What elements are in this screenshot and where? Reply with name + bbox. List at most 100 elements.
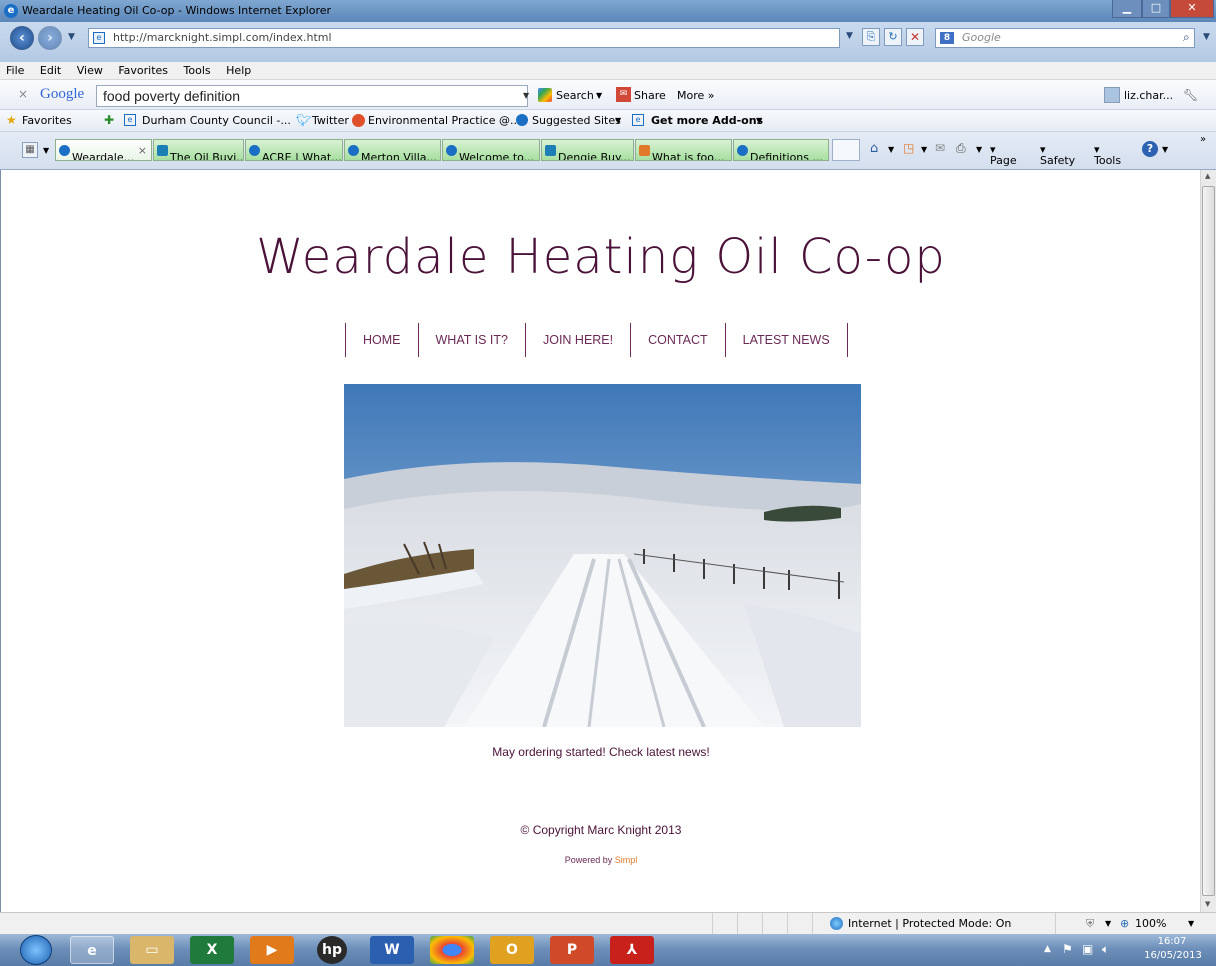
tab-label: What is foo... — [652, 151, 725, 161]
search-magnifier-icon[interactable]: ⌕ — [1183, 30, 1190, 45]
stop-icon[interactable]: ✕ — [906, 28, 924, 46]
add-favorites-icon[interactable]: ✚ — [104, 113, 114, 127]
google-search-button[interactable]: Search — [556, 89, 594, 102]
menu-tools[interactable]: Tools — [184, 64, 211, 77]
refresh-icon[interactable]: ↻ — [884, 28, 902, 46]
chrome-taskbar-icon[interactable] — [430, 936, 474, 964]
zoom-level[interactable]: 100% — [1135, 917, 1166, 930]
zoom-icon[interactable]: ⊕ — [1120, 917, 1129, 930]
fav-twitter[interactable]: Twitter — [312, 114, 349, 127]
user-account-menu[interactable]: liz.char... — [1124, 89, 1173, 102]
menu-help[interactable]: Help — [226, 64, 251, 77]
address-dropdown-icon[interactable]: ▼ — [846, 31, 853, 41]
tab-acre[interactable]: ACRE | What... — [245, 139, 343, 161]
start-button[interactable] — [20, 935, 52, 965]
hp-taskbar-icon[interactable]: hp — [317, 936, 347, 964]
tab-label: ACRE | What... — [262, 151, 342, 161]
nav-what-is-it[interactable]: WHAT IS IT? — [417, 323, 525, 357]
safety-menu[interactable]: Safety ▾ — [1040, 143, 1075, 167]
tab-welcome[interactable]: Welcome to... — [442, 139, 540, 161]
zoom-dropdown-icon[interactable]: ▼ — [1188, 919, 1194, 928]
search-box[interactable]: 8 Google — [935, 28, 1195, 48]
tab-oil-buying[interactable]: The Oil Buyi... — [153, 139, 244, 161]
address-bar[interactable]: e http://marcknight.simpl.com/index.html — [88, 28, 840, 48]
maximize-button[interactable]: □ — [1142, 0, 1170, 18]
print-icon[interactable]: ⎙ — [956, 141, 966, 156]
query-dropdown-icon[interactable]: ▼ — [523, 91, 529, 100]
powered-by-label: Powered by — [564, 855, 613, 865]
addons-dropdown-icon[interactable]: ▼ — [756, 116, 762, 125]
wrench-icon[interactable]: 🔧︎ — [1183, 88, 1198, 102]
search-button-dropdown-icon[interactable]: ▼ — [596, 91, 602, 100]
powerpoint-taskbar-icon[interactable]: P — [550, 936, 594, 964]
tab-what-is-food[interactable]: What is foo... — [635, 139, 732, 161]
home-dropdown-icon[interactable]: ▼ — [888, 145, 894, 154]
clock-time[interactable]: 16:07 — [1152, 936, 1192, 947]
print-dropdown-icon[interactable]: ▼ — [976, 145, 982, 154]
page-menu[interactable]: Page ▾ — [990, 143, 1017, 167]
protected-mode-icon[interactable]: ⛨ — [1086, 917, 1094, 931]
google-query-input[interactable]: food poverty definition — [96, 85, 528, 107]
tab-merton-villa[interactable]: Merton Villa... — [344, 139, 441, 161]
action-center-flag-icon[interactable]: ⚑ — [1062, 942, 1073, 956]
help-icon[interactable]: ? — [1142, 141, 1158, 157]
protected-dropdown-icon[interactable]: ▼ — [1105, 919, 1111, 928]
suggested-sites-dropdown-icon[interactable]: ▼ — [615, 116, 621, 125]
close-button[interactable]: ✕ — [1170, 0, 1214, 18]
acrobat-taskbar-icon[interactable]: ⅄ — [610, 936, 654, 964]
menu-file[interactable]: File — [6, 64, 24, 77]
menu-edit[interactable]: Edit — [40, 64, 61, 77]
compatibility-view-icon[interactable]: ⎘ — [862, 28, 880, 46]
fav-environmental-practice[interactable]: Environmental Practice @... — [368, 114, 520, 127]
help-dropdown-icon[interactable]: ▼ — [1162, 145, 1168, 154]
tab-weardale[interactable]: Weardale... × — [55, 139, 152, 161]
clock-date[interactable]: 16/05/2013 — [1140, 950, 1206, 961]
tab-list-dropdown-icon[interactable]: ▼ — [43, 146, 49, 155]
nav-home[interactable]: HOME — [345, 323, 418, 357]
share-button[interactable]: Share — [634, 89, 666, 102]
fav-durham-county-council[interactable]: Durham County Council -... — [142, 114, 291, 127]
tray-expand-icon[interactable]: ▲ — [1044, 944, 1051, 954]
word-taskbar-icon[interactable]: W — [370, 936, 414, 964]
menu-view[interactable]: View — [77, 64, 103, 77]
tab-definitions[interactable]: Definitions ... — [733, 139, 829, 161]
back-button[interactable]: ‹ — [10, 26, 34, 50]
simpl-link[interactable]: Simpl — [615, 855, 638, 865]
fav-get-more-addons[interactable]: Get more Add-ons — [651, 114, 763, 127]
menu-favorites[interactable]: Favorites — [118, 64, 168, 77]
tools-menu[interactable]: Tools ▾ — [1094, 143, 1121, 167]
scroll-down-icon[interactable]: ▼ — [1205, 900, 1210, 908]
feeds-icon[interactable]: ◳ — [903, 141, 914, 155]
outlook-taskbar-icon[interactable]: O — [490, 936, 534, 964]
more-button[interactable]: More » — [677, 89, 715, 102]
scroll-up-icon[interactable]: ▲ — [1205, 172, 1210, 180]
scrollbar-thumb[interactable] — [1202, 186, 1215, 896]
security-zone[interactable]: Internet | Protected Mode: On — [848, 917, 1011, 930]
search-dropdown-icon[interactable]: ▼ — [1203, 32, 1210, 42]
feeds-dropdown-icon[interactable]: ▼ — [921, 145, 927, 154]
close-tab-icon[interactable]: × — [138, 144, 147, 157]
mail-icon[interactable]: ✉ — [935, 141, 945, 155]
fav-suggested-sites[interactable]: Suggested Sites — [532, 114, 621, 127]
home-icon[interactable]: ⌂ — [870, 141, 878, 156]
explorer-taskbar-icon[interactable]: ▭ — [130, 936, 174, 964]
close-toolbar-icon[interactable]: × — [18, 87, 28, 101]
history-dropdown-icon[interactable]: ▼ — [68, 32, 75, 42]
media-player-taskbar-icon[interactable]: ▶ — [250, 936, 294, 964]
volume-icon[interactable]: 🔈︎ — [1102, 942, 1109, 957]
ie-taskbar-icon[interactable]: e — [70, 936, 114, 964]
nav-contact[interactable]: CONTACT — [630, 323, 725, 357]
excel-taskbar-icon[interactable]: X — [190, 936, 234, 964]
new-tab-button[interactable] — [832, 139, 860, 161]
network-icon[interactable]: ▣ — [1082, 942, 1093, 956]
nav-join-here[interactable]: JOIN HERE! — [524, 323, 630, 357]
tab-dengie-buy[interactable]: Dengie Buy... — [541, 139, 634, 161]
minimize-button[interactable]: ▁ — [1112, 0, 1142, 18]
vertical-scrollbar[interactable]: ▲ ▼ — [1200, 170, 1216, 912]
favorites-button[interactable]: Favorites — [22, 114, 72, 127]
quick-tabs-icon[interactable]: ▦ — [22, 142, 38, 158]
chevron-more-icon[interactable]: » — [1200, 134, 1206, 145]
nav-latest-news[interactable]: LATEST NEWS — [724, 323, 848, 357]
forward-button[interactable]: › — [38, 26, 62, 50]
copyright-text: © Copyright Marc Knight 2013 — [520, 823, 682, 837]
